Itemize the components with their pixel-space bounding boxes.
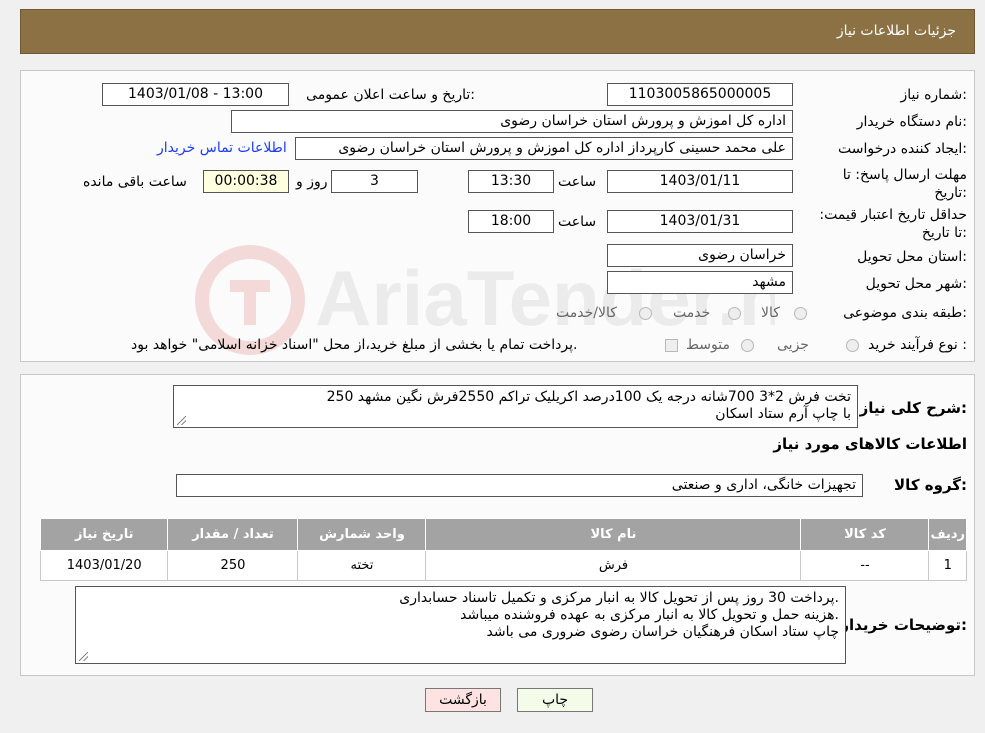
- creator-label: ایجاد کننده درخواست:: [838, 141, 967, 157]
- treasury-checkbox[interactable]: [665, 339, 678, 352]
- process-medium-label: متوسط: [686, 337, 730, 353]
- description-textarea: 250 تخت فرش 2*3 700شانه درجه یک 100درصد …: [173, 385, 858, 428]
- cell-qty: 250: [167, 550, 299, 581]
- days-label: روز و: [296, 174, 328, 190]
- resize-grip-icon[interactable]: [177, 416, 186, 425]
- buyer-contact-link[interactable]: اطلاعات تماس خریدار: [157, 140, 287, 156]
- announce-field: 1403/01/08 - 13:00: [102, 83, 289, 106]
- cell-date: 1403/01/20: [39, 550, 169, 581]
- process-partial-radio[interactable]: [846, 339, 859, 352]
- back-button[interactable]: بازگشت: [425, 688, 501, 712]
- process-medium-radio[interactable]: [741, 339, 754, 352]
- page-title: جزئیات اطلاعات نیاز: [836, 23, 956, 39]
- goods-group-field: تجهیزات خانگی، اداری و صنعتی: [176, 474, 863, 497]
- validity-time-field: 18:00: [468, 210, 554, 233]
- description-line-2: با چاپ آرم ستاد اسکان: [715, 406, 851, 422]
- cell-unit: تخته: [297, 550, 427, 581]
- days-field: 3: [331, 170, 418, 193]
- page-header: جزئیات اطلاعات نیاز: [20, 9, 975, 54]
- remaining-time-field: 00:00:38: [203, 170, 289, 193]
- city-label: شهر محل تحویل:: [865, 276, 967, 292]
- payment-note: پرداخت تمام یا بخشی از مبلغ خرید،از محل …: [131, 337, 578, 353]
- province-label: استان محل تحویل:: [857, 249, 967, 265]
- deadline-label: مهلت ارسال پاسخ: تا تاریخ:: [842, 167, 967, 201]
- category-goods-label: کالا: [761, 305, 780, 321]
- creator-field: علی محمد حسینی کارپرداز اداره کل اموزش و…: [295, 137, 793, 160]
- buyer-notes-label: توضیحات خریدار:: [840, 616, 967, 634]
- buyer-notes-line-2: هزینه حمل و تحویل کالا به انبار مرکزی به…: [460, 607, 839, 623]
- province-field: خراسان رضوی: [607, 244, 793, 267]
- goods-section-title: اطلاعات کالاهای مورد نیاز: [773, 435, 967, 453]
- table-row: 1 -- فرش تخته 250 1403/01/20: [39, 550, 967, 581]
- process-partial-label: جزیی: [777, 337, 809, 353]
- need-number-label: شماره نیاز:: [900, 87, 967, 103]
- buyer-notes-line-3: چاپ ستاد اسکان فرهنگیان خراسان رضوی ضرور…: [486, 624, 839, 640]
- category-label: طبقه بندی موضوعی:: [843, 305, 967, 321]
- resize-grip-icon[interactable]: [79, 652, 88, 661]
- category-goods-service-radio[interactable]: [639, 307, 652, 320]
- print-button[interactable]: چاپ: [517, 688, 593, 712]
- remaining-label: ساعت باقی مانده: [83, 174, 187, 190]
- category-goods-radio[interactable]: [794, 307, 807, 320]
- buyer-org-label: نام دستگاه خریدار:: [856, 114, 967, 130]
- category-service-radio[interactable]: [728, 307, 741, 320]
- deadline-time-field: 13:30: [468, 170, 554, 193]
- description-label: شرح کلی نیاز:: [859, 399, 967, 417]
- validity-label: حداقل تاریخ اعتبار قیمت: تا تاریخ:: [819, 207, 967, 241]
- validity-time-label: ساعت: [558, 214, 597, 230]
- deadline-date-field: 1403/01/11: [607, 170, 793, 193]
- category-service-label: خدمت: [673, 305, 711, 321]
- process-label: نوع فرآیند خرید :: [868, 337, 967, 353]
- buyer-notes-line-1: پرداخت 30 روز پس از تحویل کالا به انبار …: [399, 590, 839, 606]
- col-unit: واحد شمارش: [297, 518, 427, 551]
- cell-row: 1: [928, 550, 967, 581]
- col-row: ردیف: [928, 518, 967, 551]
- validity-date-field: 1403/01/31: [607, 210, 793, 233]
- col-qty: تعداد / مقدار: [167, 518, 299, 551]
- deadline-time-label: ساعت: [558, 174, 597, 190]
- announce-label: تاریخ و ساعت اعلان عمومی:: [306, 87, 475, 103]
- col-name: نام کالا: [425, 518, 802, 551]
- buyer-notes-textarea: پرداخت 30 روز پس از تحویل کالا به انبار …: [75, 586, 846, 664]
- goods-group-label: گروه کالا:: [894, 476, 967, 494]
- need-number-field: 1103005865000005: [607, 83, 793, 106]
- buyer-org-field: اداره کل اموزش و پرورش استان خراسان رضوی: [231, 110, 793, 133]
- goods-table: ردیف کد کالا نام کالا واحد شمارش تعداد /…: [39, 518, 967, 581]
- col-code: کد کالا: [800, 518, 930, 551]
- col-date: تاریخ نیاز: [39, 518, 169, 551]
- cell-code: --: [800, 550, 930, 581]
- city-field: مشهد: [607, 271, 793, 294]
- category-goods-service-label: کالا/خدمت: [556, 305, 617, 321]
- description-line-1: 250 تخت فرش 2*3 700شانه درجه یک 100درصد …: [326, 389, 851, 405]
- cell-name: فرش: [425, 550, 802, 581]
